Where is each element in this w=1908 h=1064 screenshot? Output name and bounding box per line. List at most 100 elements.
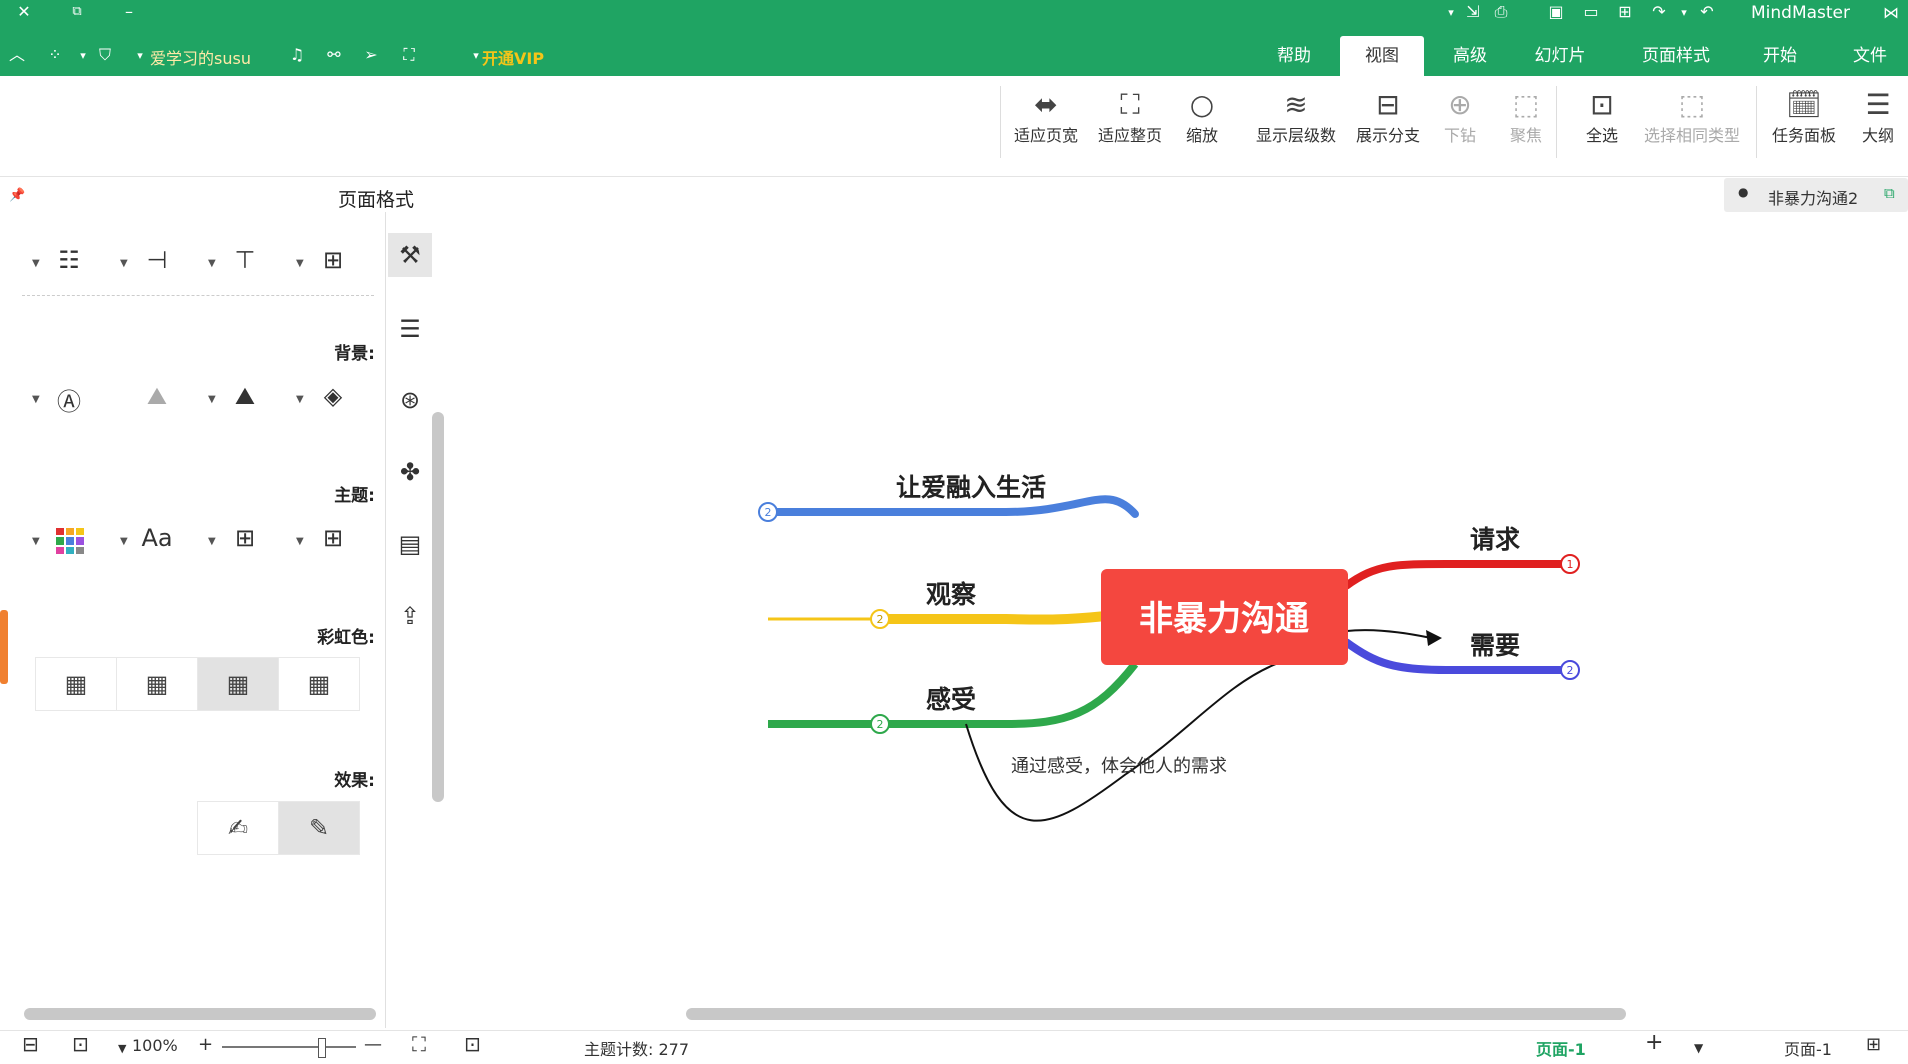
drill-down-button[interactable]: ⊕ 下钻 bbox=[1420, 88, 1500, 162]
zoom-in-icon[interactable]: + bbox=[198, 1034, 213, 1055]
topic-need[interactable]: 需要 bbox=[1470, 631, 1520, 660]
topic-observe[interactable]: 观察 bbox=[926, 580, 977, 609]
show-branch-button[interactable]: ⊟ 展示分支 bbox=[1348, 88, 1428, 162]
send-icon[interactable]: ➢ bbox=[360, 45, 382, 65]
layout-dropdown-icon[interactable]: ▼ bbox=[296, 258, 304, 269]
document-tab[interactable]: ⧉ 非暴力沟通2 ● bbox=[1724, 178, 1908, 212]
tab-advanced[interactable]: 高级 bbox=[1440, 36, 1500, 76]
user-dropdown-icon[interactable]: ▾ bbox=[129, 46, 151, 66]
minimize-icon[interactable]: – bbox=[118, 2, 140, 22]
rainbow-option-1-icon[interactable]: ▦ bbox=[278, 657, 360, 711]
print-icon[interactable]: ⎙ bbox=[1490, 2, 1512, 22]
export-icon[interactable]: ⇲ bbox=[1462, 2, 1484, 22]
remove-background-icon[interactable]: ⛰ bbox=[140, 382, 174, 410]
share-icon[interactable]: ⚯ bbox=[323, 45, 345, 65]
tab-view[interactable]: 视图 bbox=[1340, 36, 1424, 76]
side-handle[interactable] bbox=[0, 610, 8, 684]
task-panel-button[interactable]: 🗓 任务面板 bbox=[1764, 88, 1844, 162]
page-panel-icon[interactable]: ⊞ bbox=[1866, 1034, 1881, 1055]
panel-scrollbar[interactable] bbox=[432, 412, 444, 802]
rainbow-option-3-icon[interactable]: ▦ bbox=[116, 657, 198, 711]
background-image-icon[interactable]: ⛰ bbox=[228, 382, 262, 410]
zoom-slider[interactable] bbox=[222, 1046, 356, 1048]
notification-bell-icon[interactable]: ♫ bbox=[286, 45, 308, 65]
rainbow-option-2-icon[interactable]: ▦ bbox=[197, 657, 279, 711]
restore-icon[interactable]: ⧉ bbox=[66, 2, 88, 22]
select-same-button[interactable]: ⬚ 选择相同类型 bbox=[1640, 88, 1744, 162]
theme-font-dropdown-icon[interactable]: ▼ bbox=[120, 536, 128, 547]
page-list-dropdown-icon[interactable]: ▼ bbox=[1694, 1041, 1703, 1055]
apps-grid-icon[interactable]: ⁘ bbox=[44, 45, 66, 65]
redo-icon[interactable]: ↷ bbox=[1648, 2, 1670, 22]
structure-dropdown-icon[interactable]: ▼ bbox=[208, 258, 216, 269]
fill-dropdown-icon[interactable]: ▼ bbox=[296, 394, 304, 405]
theme-font-icon[interactable]: Aa bbox=[140, 524, 174, 552]
fit-page-button[interactable]: ⛶ 适应整页 bbox=[1090, 88, 1170, 162]
topic-feel[interactable]: 感受 bbox=[926, 685, 976, 714]
more-dropdown-icon[interactable]: ▾ bbox=[1440, 3, 1462, 23]
theme-color-icon[interactable]: ⊞ bbox=[228, 524, 262, 552]
symbol-tool-icon[interactable]: ✤ bbox=[388, 450, 432, 494]
fullscreen-icon[interactable]: ⛶ bbox=[398, 45, 420, 65]
zoom-slider-handle[interactable] bbox=[318, 1038, 326, 1058]
outline-button[interactable]: ☰ 大纲 bbox=[1838, 88, 1908, 162]
zoom-level[interactable]: 100% bbox=[132, 1036, 178, 1055]
export-tool-icon[interactable]: ⇪ bbox=[388, 594, 432, 638]
fit-width-button[interactable]: ⬌ 适应页宽 bbox=[1006, 88, 1086, 162]
undo-icon[interactable]: ↶ bbox=[1696, 2, 1718, 22]
numbering-dropdown-icon[interactable]: ▼ bbox=[32, 258, 40, 269]
topic-request[interactable]: 请求 bbox=[1470, 525, 1520, 554]
relationship-label[interactable]: 通过感受，体会他人的需求 bbox=[1011, 756, 1227, 777]
presentation-icon[interactable]: ⊡ bbox=[464, 1032, 481, 1056]
tab-file[interactable]: 文件 bbox=[1840, 36, 1900, 76]
fill-bucket-icon[interactable]: ◈ bbox=[316, 382, 350, 410]
user-name[interactable]: 爱学习的susu bbox=[150, 45, 251, 69]
mindmap-canvas[interactable]: 2 2 2 1 2 非暴力沟通 让爱融入生活 观察 感受 请求 需要 通过感受，… bbox=[446, 214, 1908, 1009]
watermark-icon[interactable]: Ⓐ bbox=[52, 382, 86, 417]
active-page-tab[interactable]: 页面-1 bbox=[1536, 1036, 1586, 1060]
fullscreen-view-icon[interactable]: ⛶ bbox=[412, 1032, 426, 1056]
clipart-tool-icon[interactable]: ⊛ bbox=[388, 378, 432, 422]
color-palette-icon[interactable] bbox=[56, 528, 84, 554]
effect-handdrawn-icon[interactable]: ✍ bbox=[197, 801, 279, 855]
canvas-horizontal-scrollbar[interactable] bbox=[686, 1008, 1626, 1020]
tab-page-style[interactable]: 页面样式 bbox=[1626, 36, 1726, 76]
shirt-icon[interactable]: ⛉ bbox=[94, 45, 116, 65]
tab-slides[interactable]: 幻灯片 bbox=[1520, 36, 1600, 76]
numbering-icon[interactable]: ☷ bbox=[52, 246, 86, 274]
panel-horizontal-scrollbar[interactable] bbox=[24, 1008, 376, 1020]
unsaved-dot-icon[interactable]: ● bbox=[1738, 185, 1748, 199]
topic-love-life[interactable]: 让爱融入生活 bbox=[896, 473, 1046, 502]
zoom-button[interactable]: ○ 缩放 bbox=[1162, 88, 1242, 162]
vip-button[interactable]: 开通VIP bbox=[482, 45, 544, 69]
zoom-minus-icon[interactable]: — bbox=[364, 1034, 382, 1055]
redo-dropdown-icon[interactable]: ▾ bbox=[1673, 3, 1695, 23]
task-tool-icon[interactable]: ▤ bbox=[388, 522, 432, 566]
theme-color-dropdown-icon[interactable]: ▼ bbox=[208, 536, 216, 547]
rainbow-option-4-icon[interactable]: ▦ bbox=[35, 657, 117, 711]
apps-dropdown-icon[interactable]: ▾ bbox=[72, 46, 94, 66]
show-levels-button[interactable]: ≋ 显示层级数 bbox=[1250, 88, 1342, 162]
zoom-out-icon[interactable]: ⊟ bbox=[22, 1032, 39, 1056]
theme-grid-icon[interactable]: ⊞ bbox=[316, 524, 350, 552]
pin-icon[interactable]: 📌 bbox=[9, 188, 25, 203]
page-format-tool-icon[interactable]: ⚒ bbox=[388, 233, 432, 277]
tab-help[interactable]: 帮助 bbox=[1262, 36, 1326, 76]
new-icon[interactable]: ⊞ bbox=[1614, 2, 1636, 22]
connector-icon[interactable]: ⊣ bbox=[140, 246, 174, 274]
layout-grid-icon[interactable]: ⊞ bbox=[316, 246, 350, 274]
connector-dropdown-icon[interactable]: ▼ bbox=[120, 258, 128, 269]
watermark-dropdown-icon[interactable]: ▼ bbox=[32, 394, 40, 405]
close-icon[interactable]: ✕ bbox=[13, 2, 35, 22]
add-page-icon[interactable]: + bbox=[1645, 1030, 1663, 1055]
save-icon[interactable]: ▣ bbox=[1545, 2, 1567, 22]
page-label[interactable]: 页面-1 bbox=[1784, 1036, 1832, 1060]
palette-dropdown-icon[interactable]: ▼ bbox=[32, 536, 40, 547]
select-all-button[interactable]: ⊡ 全选 bbox=[1562, 88, 1642, 162]
structure-icon[interactable]: ⊤ bbox=[228, 246, 262, 274]
theme-dropdown-icon[interactable]: ▼ bbox=[296, 536, 304, 547]
collapse-ribbon-icon[interactable]: ︿ bbox=[6, 45, 28, 65]
outline-list-tool-icon[interactable]: ☰ bbox=[388, 307, 432, 351]
open-icon[interactable]: ▭ bbox=[1580, 2, 1602, 22]
fit-icon[interactable]: ⊡ bbox=[72, 1032, 89, 1056]
